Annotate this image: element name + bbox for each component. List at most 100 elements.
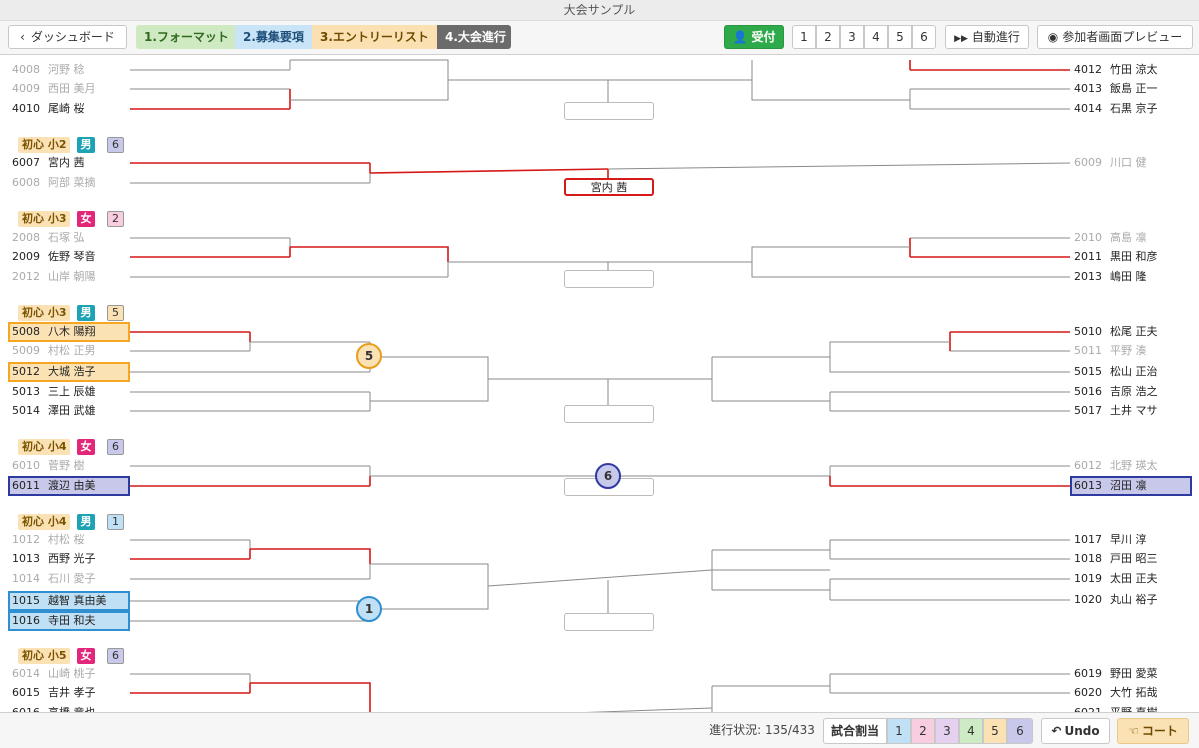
page-1-button[interactable]: 1 xyxy=(792,25,816,49)
reception-button[interactable]: 👤 受付 xyxy=(724,25,784,49)
court-1-button[interactable]: 1 xyxy=(887,718,911,744)
player-name[interactable]: 北野 瑛太 xyxy=(1110,457,1158,475)
step-format-tab[interactable]: 1.フォーマット xyxy=(136,25,235,49)
player-name[interactable]: 大城 浩子 xyxy=(48,363,96,381)
player-name[interactable]: 河野 稔 xyxy=(48,61,85,79)
player-id: 1018 xyxy=(1074,552,1102,565)
player-name[interactable]: 高島 凛 xyxy=(1110,229,1147,247)
court-3-button[interactable]: 3 xyxy=(935,718,959,744)
player-name[interactable]: 丸山 裕子 xyxy=(1110,591,1158,609)
page-5-button[interactable]: 5 xyxy=(888,25,912,49)
bracket-line xyxy=(250,548,371,564)
player-name[interactable]: 野田 愛菜 xyxy=(1110,665,1158,683)
player-name[interactable]: 尾崎 桜 xyxy=(48,100,85,118)
player-name[interactable]: 山岸 朝陽 xyxy=(48,268,96,286)
page-6-button[interactable]: 6 xyxy=(912,25,936,49)
bracket-line xyxy=(370,563,489,610)
player-name[interactable]: 西野 光子 xyxy=(48,550,96,568)
court-number-badge: 2 xyxy=(107,211,124,227)
sex-badge: 男 xyxy=(77,137,95,153)
court-button[interactable]: ☜ コート xyxy=(1117,718,1189,744)
player-name[interactable]: 石塚 弘 xyxy=(48,229,85,247)
player-name[interactable]: 平野 湊 xyxy=(1110,342,1147,360)
player-name[interactable]: 川口 健 xyxy=(1110,154,1147,172)
player-id: 2009 xyxy=(12,250,40,263)
court-2-button[interactable]: 2 xyxy=(911,718,935,744)
step-entry-tab[interactable]: 3.エントリーリスト xyxy=(312,25,437,49)
undo-button[interactable]: ↶ Undo xyxy=(1041,718,1110,744)
page-4-button[interactable]: 4 xyxy=(864,25,888,49)
player-name[interactable]: 戸田 昭三 xyxy=(1110,550,1158,568)
player-name[interactable]: 吉原 浩之 xyxy=(1110,383,1158,401)
category-label: 初心 小4 xyxy=(18,514,71,530)
player-id: 5011 xyxy=(1074,344,1102,357)
player-name[interactable]: 石川 愛子 xyxy=(48,570,96,588)
player-name[interactable]: 沼田 凛 xyxy=(1110,477,1147,495)
player-name[interactable]: 松尾 正夫 xyxy=(1110,323,1158,341)
player-id: 4014 xyxy=(1074,102,1102,115)
player-id: 4008 xyxy=(12,63,40,76)
player-name[interactable]: 澤田 武雄 xyxy=(48,402,96,420)
player-name[interactable]: 飯島 正一 xyxy=(1110,80,1158,98)
final-result-box[interactable] xyxy=(564,102,654,120)
sex-badge: 女 xyxy=(77,648,95,664)
court-progress-badge[interactable]: 6 xyxy=(595,463,621,489)
category-label: 初心 小2 xyxy=(18,137,71,153)
player-name[interactable]: 吉井 孝子 xyxy=(48,684,96,702)
page-3-button[interactable]: 3 xyxy=(840,25,864,49)
step-recruit-tab[interactable]: 2.募集要項 xyxy=(235,25,312,49)
player-name[interactable]: 山崎 桃子 xyxy=(48,665,96,683)
player-id: 1016 xyxy=(12,614,40,627)
court-progress-badge[interactable]: 1 xyxy=(356,596,382,622)
player-name[interactable]: 黒田 和彦 xyxy=(1110,248,1158,266)
page-2-button[interactable]: 2 xyxy=(816,25,840,49)
category-label: 初心 小5 xyxy=(18,648,71,664)
player-name[interactable]: 宮内 茜 xyxy=(48,154,85,172)
hand-icon: ☜ xyxy=(1128,724,1139,738)
final-result-box[interactable] xyxy=(564,613,654,631)
court-6-button[interactable]: 6 xyxy=(1007,718,1033,744)
final-result-box[interactable]: 宮内 茜 xyxy=(564,178,654,196)
player-name[interactable]: 大竹 拓哉 xyxy=(1110,684,1158,702)
dashboard-back-button[interactable]: ‹ ダッシュボード xyxy=(8,25,127,49)
auto-progress-button[interactable]: ▶▶ 自動進行 xyxy=(945,25,1029,49)
player-name[interactable]: 寺田 和夫 xyxy=(48,612,96,630)
eye-icon: ◉ xyxy=(1047,30,1059,44)
player-name[interactable]: 佐野 琴音 xyxy=(48,248,96,266)
player-name[interactable]: 菅野 樹 xyxy=(48,457,85,475)
player-name[interactable]: 平野 直樹 xyxy=(1110,704,1158,712)
player-name[interactable]: 高橋 竜也 xyxy=(48,704,96,712)
player-name[interactable]: 村松 正男 xyxy=(48,342,96,360)
player-name[interactable]: 渡辺 由美 xyxy=(48,477,96,495)
player-name[interactable]: 早川 淳 xyxy=(1110,531,1147,549)
bracket-line xyxy=(751,246,1070,278)
person-icon: 👤 xyxy=(732,30,748,44)
player-name[interactable]: 阿部 菜摘 xyxy=(48,174,96,192)
court-progress-badge[interactable]: 5 xyxy=(356,343,382,369)
step-progress-tab[interactable]: 4.大会進行 xyxy=(437,25,511,49)
court-5-button[interactable]: 5 xyxy=(983,718,1007,744)
player-name[interactable]: 竹田 涼太 xyxy=(1110,61,1158,79)
player-name[interactable]: 西田 美月 xyxy=(48,80,96,98)
progress-status: 進行状況: 135/433 xyxy=(709,723,815,737)
player-name[interactable]: 土井 マサ xyxy=(1110,402,1158,420)
player-name[interactable]: 石黒 京子 xyxy=(1110,100,1158,118)
player-name[interactable]: 村松 桜 xyxy=(48,531,85,549)
undo-icon: ↶ xyxy=(1051,724,1062,738)
court-number-badge: 6 xyxy=(107,137,124,153)
player-name[interactable]: 八木 陽翔 xyxy=(48,323,96,341)
player-name[interactable]: 太田 正夫 xyxy=(1110,570,1158,588)
player-name[interactable]: 三上 辰雄 xyxy=(48,383,96,401)
player-id: 6012 xyxy=(1074,459,1102,472)
player-name[interactable]: 越智 真由美 xyxy=(48,592,107,610)
player-name[interactable]: 松山 正治 xyxy=(1110,363,1158,381)
final-result-box[interactable] xyxy=(564,405,654,423)
category-label: 初心 小3 xyxy=(18,211,71,227)
player-id: 6008 xyxy=(12,176,40,189)
final-result-box[interactable] xyxy=(564,270,654,288)
court-4-button[interactable]: 4 xyxy=(959,718,983,744)
player-name[interactable]: 嶋田 隆 xyxy=(1110,268,1147,286)
bracket-line xyxy=(250,682,371,712)
participant-preview-button[interactable]: ◉ 参加者画面プレビュー xyxy=(1037,25,1193,49)
player-id: 5010 xyxy=(1074,325,1102,338)
